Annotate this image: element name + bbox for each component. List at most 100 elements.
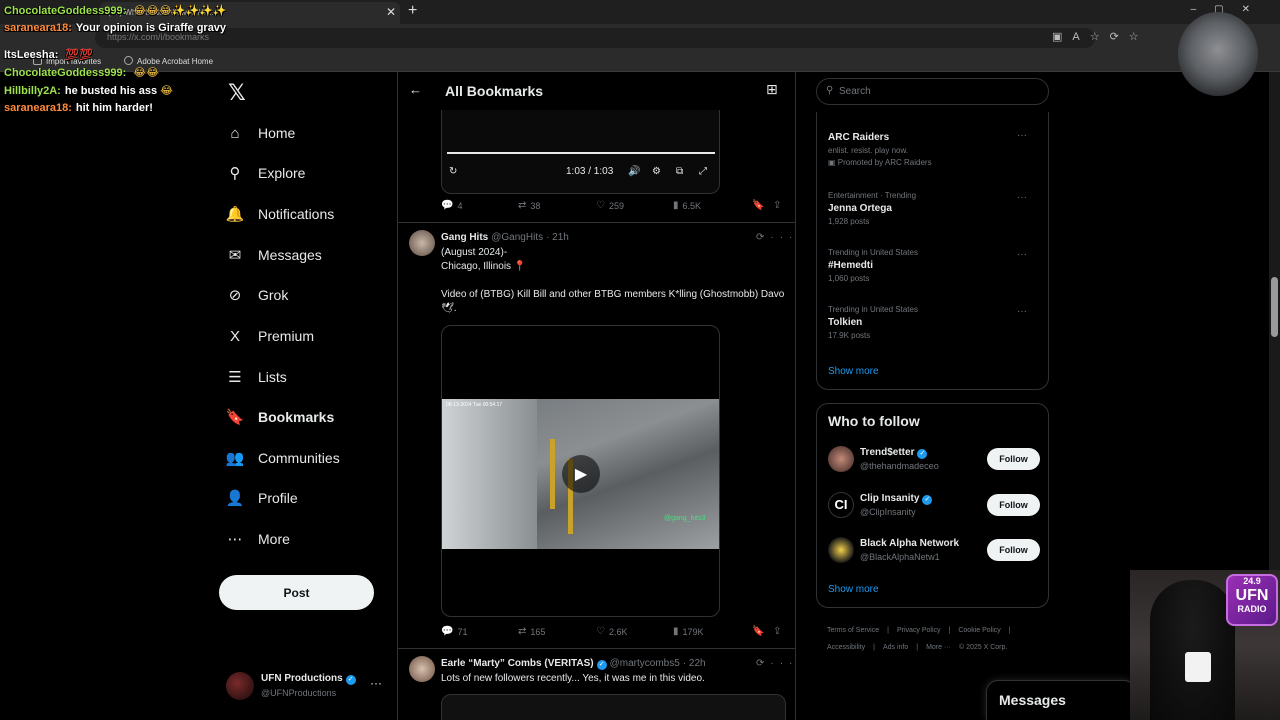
- nav-more[interactable]: ⋯ More: [226, 526, 290, 552]
- avatar[interactable]: CI: [828, 492, 854, 518]
- tweet-author-name[interactable]: Gang Hits: [441, 232, 488, 243]
- video-progress-bar[interactable]: [447, 152, 715, 154]
- video-scene: [442, 399, 537, 549]
- trend-item[interactable]: Trending in United States Tolkien 17.9K …: [828, 305, 1038, 340]
- tweet-menu[interactable]: ⟳···: [756, 232, 795, 243]
- grok-icon[interactable]: ⟳: [756, 658, 770, 669]
- account-switcher[interactable]: UFN Productions ✓ @UFNProductions ···: [226, 670, 386, 704]
- volume-icon[interactable]: 🔊: [628, 166, 640, 177]
- video-player[interactable]: ↻ 1:03 / 1:03 🔊 ⚙ ⧉ ⤢: [441, 110, 720, 194]
- avatar[interactable]: [409, 230, 435, 256]
- divider: [398, 222, 795, 223]
- more-options-icon[interactable]: ···: [770, 232, 795, 243]
- pip-icon[interactable]: ⧉: [676, 166, 683, 177]
- nav-lists[interactable]: ☰ Lists: [226, 364, 287, 390]
- follow-suggestion[interactable]: Black Alpha Network @BlackAlphaNetw1 Fol…: [828, 535, 1043, 569]
- avatar[interactable]: [828, 446, 854, 472]
- nav-explore[interactable]: ⚲ Explore: [226, 160, 306, 186]
- views-button[interactable]: ▮ 6.5K: [673, 200, 701, 211]
- share-button[interactable]: ⇪: [773, 626, 785, 637]
- views-icon: ▮: [673, 200, 679, 211]
- footer-link[interactable]: Privacy Policy: [897, 627, 941, 634]
- more-options-icon[interactable]: ···: [1017, 130, 1027, 141]
- tweet-author-name[interactable]: Earle “Marty” Combs (VERITAS): [441, 658, 594, 669]
- messages-drawer-title: Messages: [999, 692, 1066, 708]
- media-preview[interactable]: [441, 694, 786, 720]
- reply-button[interactable]: 💬 71: [441, 626, 467, 637]
- tweet-actions: 💬 71 ⇄ 165 ♡ 2.6K ▮ 179K 🔖 ⇪: [441, 626, 786, 640]
- footer-link[interactable]: More ···: [926, 644, 951, 651]
- settings-icon[interactable]: ⚙: [652, 166, 661, 177]
- reply-icon: 💬: [441, 626, 454, 637]
- footer-separator: |: [873, 644, 875, 651]
- bookmarks-timeline[interactable]: ← All Bookmarks ⊞ ↻ 1:03 / 1:03 🔊 ⚙ ⧉ ⤢ …: [397, 72, 796, 720]
- scrollbar-thumb[interactable]: [1271, 277, 1278, 337]
- show-more-link[interactable]: Show more: [828, 366, 879, 377]
- trend-item[interactable]: Trending in United States #Hemedti 1,060…: [828, 248, 1038, 283]
- new-tab-icon[interactable]: +: [408, 2, 417, 20]
- reply-icon: 💬: [441, 200, 454, 211]
- trend-item[interactable]: Entertainment · Trending Jenna Ortega 1,…: [828, 191, 1038, 226]
- toolbar-icons[interactable]: ▣A☆⟳☆: [1052, 30, 1149, 43]
- repost-icon: ⇄: [518, 626, 527, 637]
- nav-grok[interactable]: ⊘ Grok: [226, 282, 289, 308]
- bookmark-button[interactable]: 🔖: [752, 626, 768, 637]
- more-options-icon[interactable]: ···: [1017, 192, 1027, 203]
- account-name: UFN Productions: [261, 673, 343, 684]
- nav-communities[interactable]: 👥 Communities: [226, 445, 340, 471]
- envelope-icon: ✉: [228, 247, 242, 264]
- verified-badge-icon: ✓: [917, 449, 928, 459]
- follow-suggestion[interactable]: CI Clip Insanity ✓ @ClipInsanity Follow: [828, 490, 1043, 524]
- repost-button[interactable]: ⇄ 165: [518, 626, 545, 637]
- trend-post-count: 1,060 posts: [828, 274, 870, 283]
- nav-profile[interactable]: 👤 Profile: [226, 485, 298, 511]
- play-icon[interactable]: ▶: [562, 455, 600, 493]
- fullscreen-icon[interactable]: ⤢: [699, 166, 707, 177]
- logo-radio: RADIO: [1237, 604, 1267, 614]
- views-icon: ▮: [673, 626, 679, 637]
- follow-button[interactable]: Follow: [987, 494, 1040, 516]
- like-button[interactable]: ♡ 259: [596, 200, 624, 211]
- footer-link[interactable]: Terms of Service: [827, 627, 879, 634]
- avatar[interactable]: [409, 656, 435, 682]
- share-button[interactable]: ⇪: [773, 200, 785, 211]
- share-icon: ⇪: [773, 626, 782, 637]
- back-arrow-icon[interactable]: ←: [409, 82, 422, 97]
- footer-link[interactable]: Accessibility: [827, 644, 865, 651]
- more-options-icon[interactable]: ···: [1017, 306, 1027, 317]
- follow-button[interactable]: Follow: [987, 539, 1040, 561]
- follow-suggestion[interactable]: Trend$etter ✓ @thehandmadeceo Follow: [828, 444, 1043, 478]
- bookmark-button[interactable]: 🔖: [752, 200, 768, 211]
- follow-button[interactable]: Follow: [987, 448, 1040, 470]
- close-tab-icon[interactable]: ✕: [386, 5, 396, 19]
- more-options-icon[interactable]: ···: [770, 658, 795, 669]
- trend-item[interactable]: ARC Raiders enlist. resist. play now. ▣ …: [828, 129, 1038, 167]
- bookmark-filled-icon: 🔖: [752, 200, 765, 211]
- nav-bookmarks[interactable]: 🔖 Bookmarks: [226, 404, 335, 430]
- avatar[interactable]: [828, 537, 854, 563]
- search-input[interactable]: ⚲ Search: [816, 78, 1049, 105]
- nav-notifications[interactable]: 🔔 Notifications: [226, 201, 335, 227]
- repost-icon: ⇄: [518, 200, 527, 211]
- show-more-link[interactable]: Show more: [828, 584, 879, 595]
- replay-icon[interactable]: ↻: [449, 166, 457, 177]
- trend-title: Tolkien: [828, 317, 863, 328]
- messages-drawer[interactable]: Messages: [986, 680, 1136, 720]
- webcam-overlay: 24.9 UFN RADIO: [1130, 570, 1280, 720]
- views-button[interactable]: ▮ 179K: [673, 626, 704, 637]
- nav-premium[interactable]: X Premium: [226, 323, 314, 349]
- nav-messages[interactable]: ✉ Messages: [226, 242, 322, 268]
- tweet-menu[interactable]: ⟳···: [756, 658, 795, 669]
- post-button[interactable]: Post: [219, 575, 374, 610]
- repost-button[interactable]: ⇄ 38: [518, 200, 540, 211]
- video-player[interactable]: 08-13-2024 Tue 00:54:17 @gang_hits3 ▶: [441, 325, 720, 617]
- like-button[interactable]: ♡ 2.6K: [596, 626, 627, 637]
- reply-button[interactable]: 💬 4: [441, 200, 462, 211]
- grok-icon[interactable]: ⟳: [756, 232, 770, 243]
- footer-link[interactable]: Ads info: [883, 644, 908, 651]
- more-options-icon[interactable]: ···: [370, 676, 382, 690]
- more-options-icon[interactable]: ···: [1017, 249, 1027, 260]
- nav-home[interactable]: ⌂ Home: [226, 120, 295, 146]
- new-folder-icon[interactable]: ⊞: [766, 81, 778, 98]
- footer-link[interactable]: Cookie Policy: [958, 627, 1000, 634]
